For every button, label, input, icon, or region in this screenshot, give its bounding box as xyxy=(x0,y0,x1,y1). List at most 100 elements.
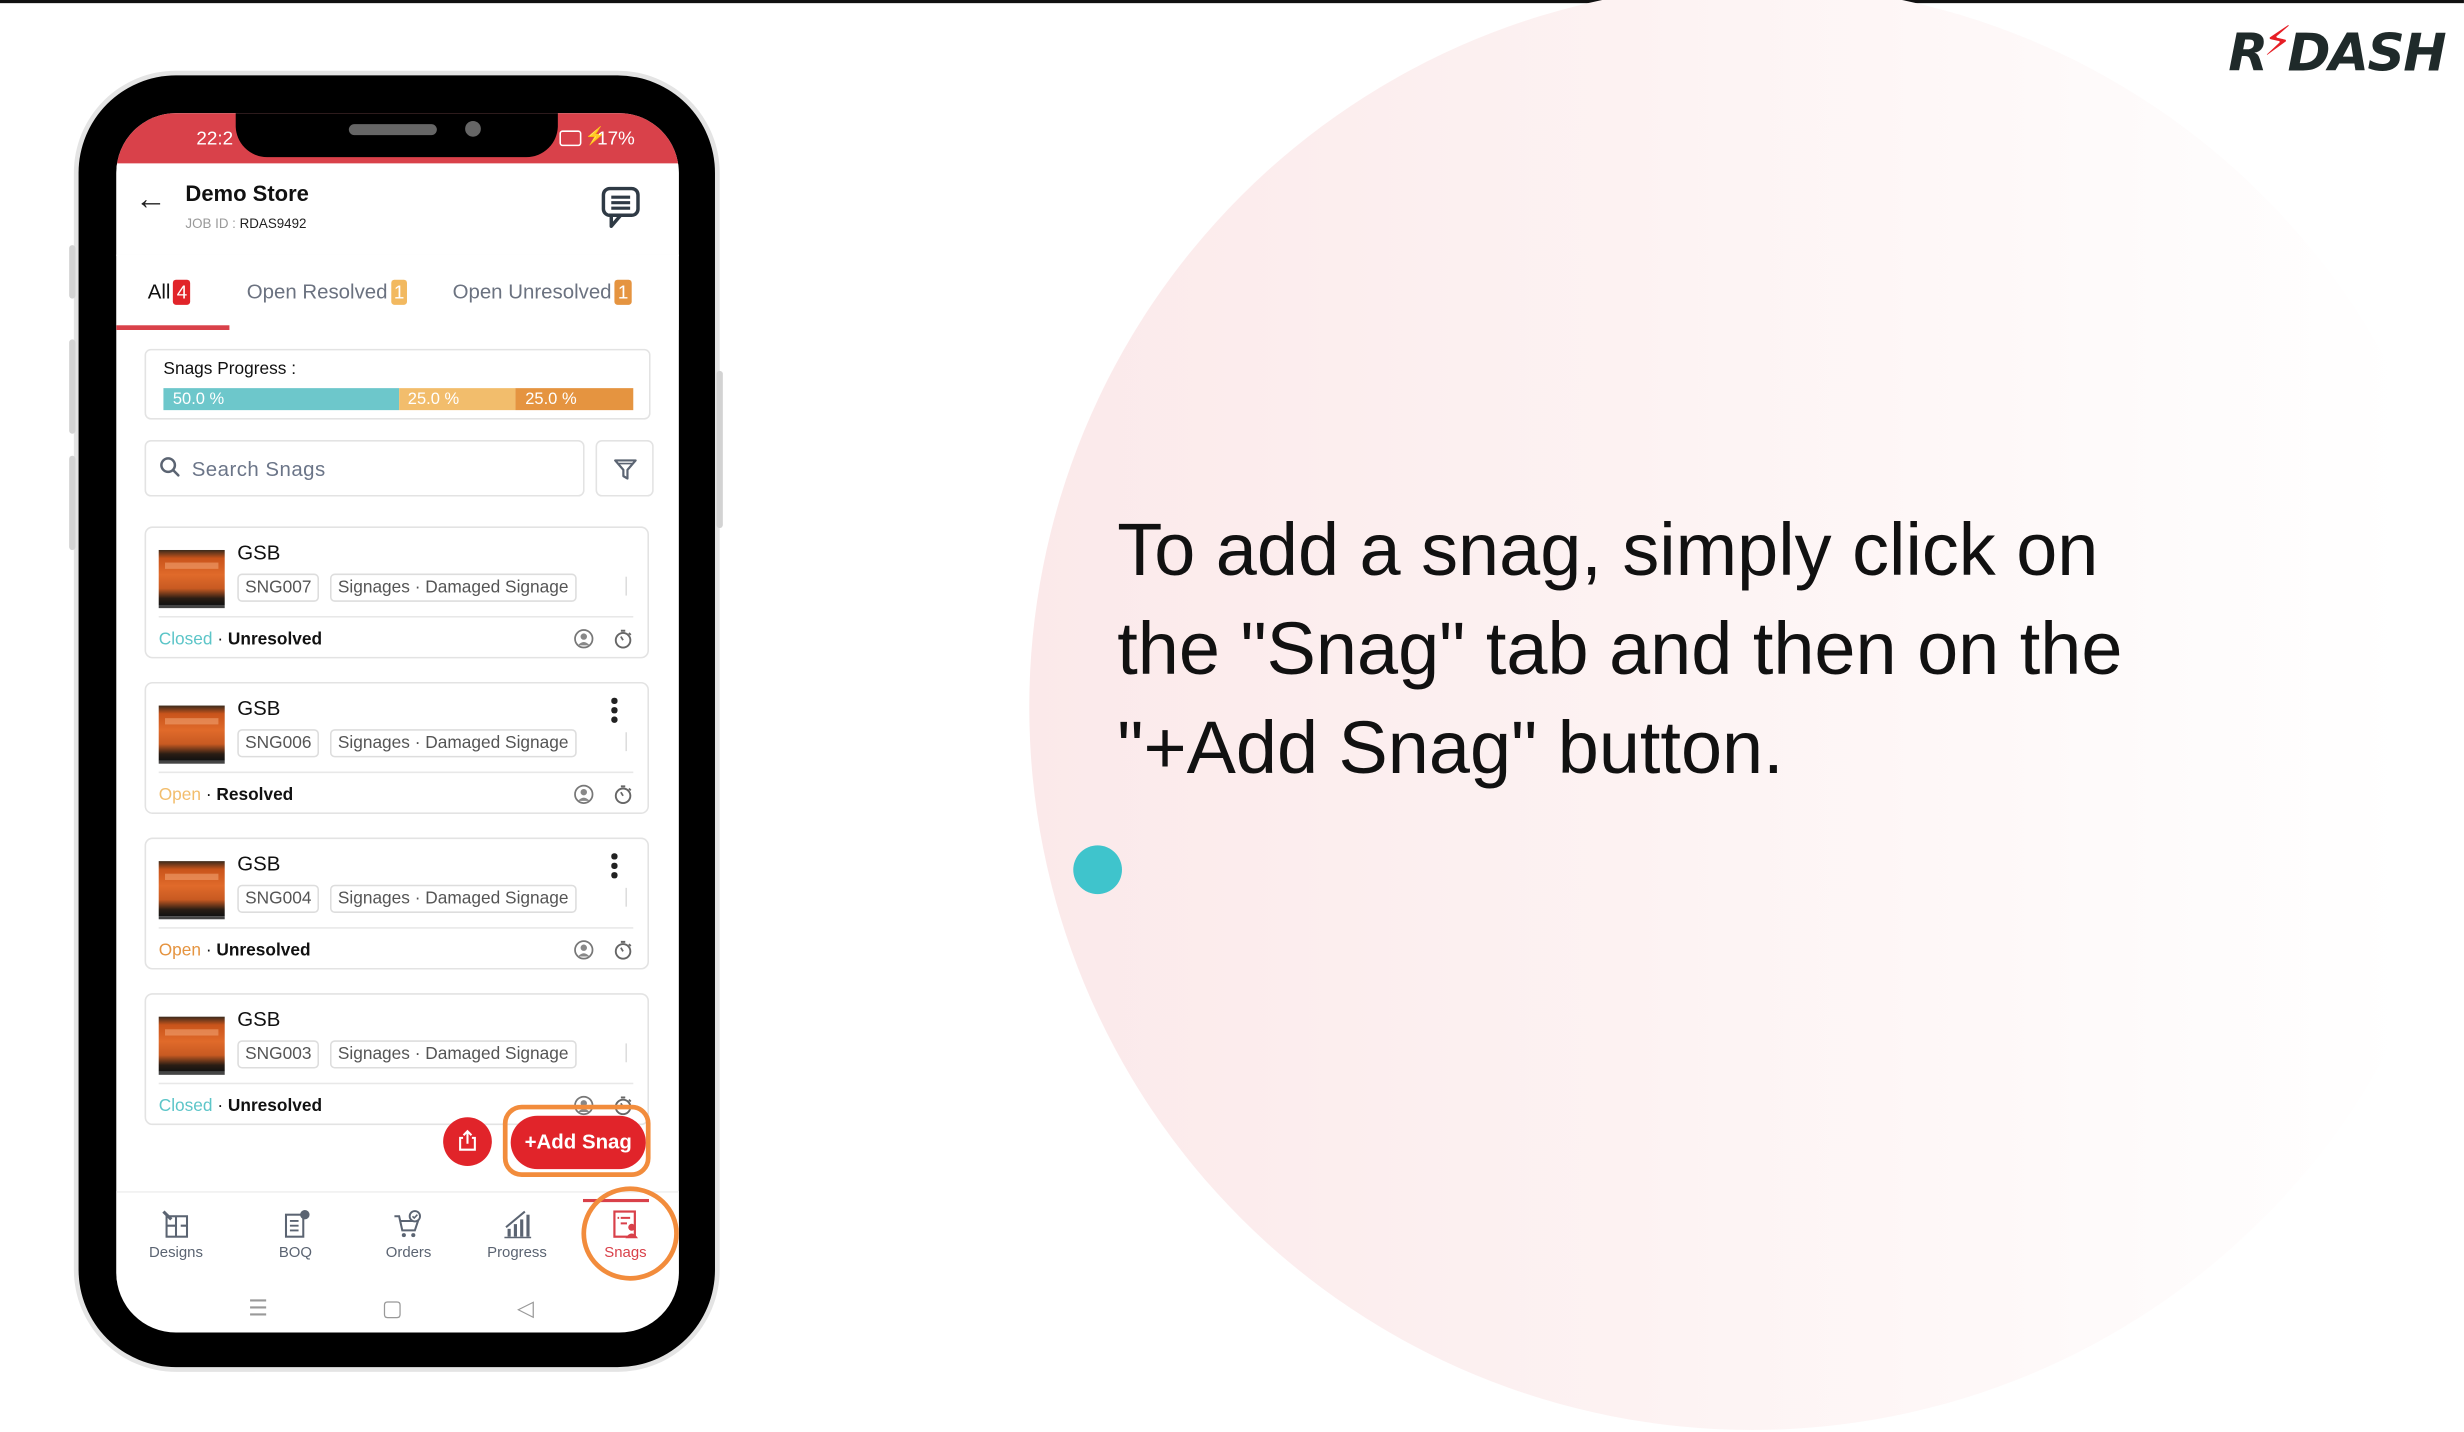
filter-icon xyxy=(614,459,637,480)
snag-resolution: Resolved xyxy=(216,785,294,805)
progress-segment: 50.0 % xyxy=(163,388,399,411)
nav-boq[interactable]: BOQ xyxy=(248,1193,342,1262)
highlight-add-snag xyxy=(502,1104,651,1177)
progress-segment: 25.0 % xyxy=(515,388,634,411)
phone-volume-up xyxy=(69,339,76,434)
speaker-grille xyxy=(348,124,437,136)
assignee-icon[interactable] xyxy=(574,940,594,960)
more-options-icon[interactable] xyxy=(611,853,617,881)
card-divider xyxy=(158,1082,634,1085)
separator: · xyxy=(212,630,228,649)
tab-label: All xyxy=(147,279,171,304)
separator: · xyxy=(212,1096,228,1116)
nav-designs[interactable]: Designs xyxy=(129,1193,223,1262)
tab-open-unresolved[interactable]: Open Unresolved 1 xyxy=(452,279,632,305)
snag-title: GSB xyxy=(237,851,281,876)
snag-title: GSB xyxy=(237,696,281,720)
snag-card[interactable]: GSB SNG007 Signages · Damaged Signage Cl… xyxy=(144,526,649,659)
count-badge: 1 xyxy=(614,279,632,305)
rdash-logo: R⚡DASH xyxy=(2228,18,2446,84)
phone-power-button xyxy=(716,370,723,528)
phone-mockup: 22:2 ⚡ 17% ← Demo Store JOB ID : RDAS949… xyxy=(69,75,723,1368)
nav-orders[interactable]: Orders xyxy=(361,1193,455,1262)
pointer-dot xyxy=(1073,845,1122,895)
system-navigation-bar: ☰ ▢ ◁ xyxy=(116,1289,679,1333)
slide: R⚡DASH To add a snag, simply click on th… xyxy=(0,0,2464,1432)
assignee-icon[interactable] xyxy=(574,784,594,804)
back-nav-button[interactable]: ◁ xyxy=(517,1295,534,1322)
snag-id-chip: SNG007 xyxy=(237,573,320,602)
chip-overflow xyxy=(625,1043,627,1063)
job-id-value: RDAS9492 xyxy=(239,215,307,231)
phone-notch xyxy=(235,113,558,158)
search-input[interactable]: Search Snags xyxy=(144,439,585,497)
progress-bar: 50.0 % 25.0 % 25.0 % xyxy=(163,388,634,411)
search-placeholder: Search Snags xyxy=(191,457,326,481)
snag-thumbnail xyxy=(158,549,225,609)
count-badge: 4 xyxy=(173,279,191,305)
highlight-snags-tab xyxy=(581,1186,679,1281)
snag-status: Open · Unresolved xyxy=(159,941,311,960)
chip-overflow xyxy=(625,576,627,596)
more-options-icon[interactable] xyxy=(611,697,617,726)
tab-all[interactable]: All 4 xyxy=(147,279,191,305)
share-icon xyxy=(459,1129,476,1151)
snag-state: Open xyxy=(158,785,202,805)
timer-icon[interactable] xyxy=(613,940,633,960)
snag-thumbnail xyxy=(158,861,225,920)
snag-title: GSB xyxy=(237,1007,281,1031)
chat-bubble-icon[interactable] xyxy=(600,185,641,229)
snag-card[interactable]: GSB SNG006 Signages · Damaged Signage Op… xyxy=(144,681,649,814)
nav-label: Orders xyxy=(385,1244,432,1262)
snag-status: Closed · Unresolved xyxy=(159,1097,322,1116)
logo-r: R xyxy=(2228,21,2268,84)
snag-resolution: Unresolved xyxy=(227,1096,323,1116)
card-divider xyxy=(158,927,634,929)
snag-state: Open xyxy=(158,941,202,961)
tab-open-resolved[interactable]: Open Resolved 1 xyxy=(247,279,408,305)
status-time: 22:2 xyxy=(196,127,234,150)
snag-card[interactable]: GSB SNG004 Signages · Damaged Signage Op… xyxy=(144,837,649,970)
card-divider xyxy=(158,771,634,774)
phone-volume-down xyxy=(69,455,76,550)
count-badge: 1 xyxy=(390,279,408,305)
snag-category-chip: Signages · Damaged Signage xyxy=(329,729,577,758)
snag-category-chip: Signages · Damaged Signage xyxy=(329,884,577,913)
snag-category-chip: Signages · Damaged Signage xyxy=(329,573,577,602)
app-header: ← Demo Store JOB ID : RDAS9492 xyxy=(116,163,679,257)
snag-state: Closed xyxy=(158,630,213,649)
timer-icon[interactable] xyxy=(613,629,633,649)
bar-chart-icon xyxy=(504,1210,532,1239)
card-divider xyxy=(158,615,634,618)
snag-resolution: Unresolved xyxy=(216,941,311,961)
phone-side-button xyxy=(69,245,76,299)
instruction-text: To add a snag, simply click on the "Snag… xyxy=(1117,507,2123,789)
progress-label: Snags Progress : xyxy=(163,359,297,379)
job-id-label: JOB ID : xyxy=(185,215,236,231)
phone-screen: 22:2 ⚡ 17% ← Demo Store JOB ID : RDAS949… xyxy=(116,113,679,1333)
bill-icon xyxy=(284,1209,310,1238)
search-icon xyxy=(160,457,180,477)
timer-icon[interactable] xyxy=(613,784,633,805)
recent-apps-button[interactable]: ☰ xyxy=(248,1295,268,1322)
job-id: JOB ID : RDAS9492 xyxy=(185,215,306,231)
snag-status: Closed · Unresolved xyxy=(159,630,322,649)
share-button[interactable] xyxy=(443,1117,492,1166)
snag-status: Open · Resolved xyxy=(159,786,294,805)
battery-level: 17% xyxy=(597,127,635,150)
home-button[interactable]: ▢ xyxy=(382,1295,403,1322)
nav-progress[interactable]: Progress xyxy=(470,1193,564,1262)
top-border xyxy=(0,0,2464,4)
logo-dash: DASH xyxy=(2287,21,2446,84)
snag-resolution: Unresolved xyxy=(227,630,323,649)
active-tab-indicator xyxy=(116,325,230,330)
snag-id-chip: SNG006 xyxy=(237,729,320,758)
battery-icon xyxy=(559,130,582,147)
snags-progress: Snags Progress : 50.0 % 25.0 % 25.0 % xyxy=(144,348,651,420)
arrow-left-icon[interactable]: ← xyxy=(135,182,166,218)
lightning-bolt-icon: ⚡ xyxy=(2263,18,2292,66)
assignee-icon[interactable] xyxy=(574,629,594,649)
snag-thumbnail xyxy=(158,705,225,764)
tab-label: Open Unresolved xyxy=(452,279,612,304)
filter-button[interactable] xyxy=(595,439,654,497)
